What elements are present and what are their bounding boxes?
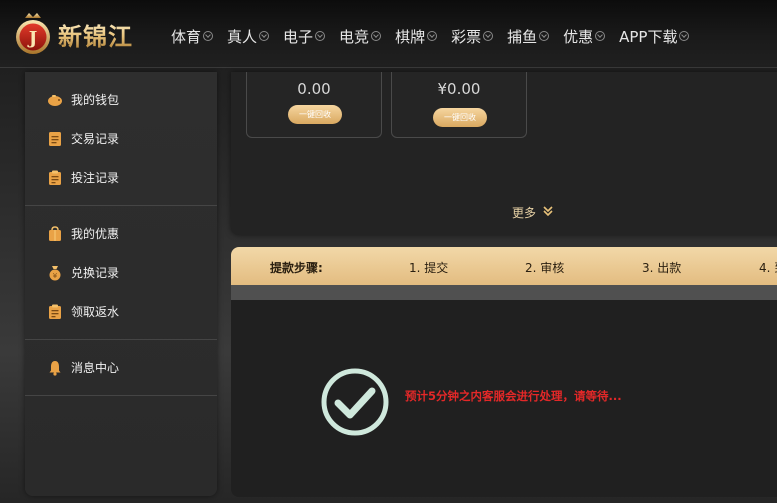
- recall-all-button[interactable]: 一键回收: [288, 105, 342, 124]
- balance-card: ¥0.00 一键回收: [391, 72, 527, 138]
- sidebar-item-redeem-history[interactable]: ¥ 兑换记录: [25, 253, 217, 292]
- chevron-down-icon: [483, 31, 494, 41]
- document-icon: [47, 131, 63, 147]
- chevron-down-icon: [259, 31, 270, 41]
- brand-logo[interactable]: J 新锦江: [12, 10, 152, 58]
- chevron-down-icon: [539, 31, 550, 41]
- nav-item-app-download[interactable]: APP下载: [619, 26, 690, 47]
- svg-text:J: J: [27, 28, 38, 49]
- bell-icon: [47, 360, 63, 376]
- balance-value: ¥0.00: [437, 80, 481, 98]
- header: J 新锦江 体育 真人 电子 电竞 棋牌 彩票 捕鱼 优惠 APP下载: [0, 0, 777, 68]
- sidebar-item-rebate[interactable]: 领取返水: [25, 292, 217, 331]
- nav-item-slots[interactable]: 电子: [283, 26, 326, 47]
- wallet-icon: [47, 92, 63, 108]
- progress-strip: [231, 285, 777, 300]
- chevron-down-icon: [595, 31, 606, 41]
- step-submit: 1. 提交: [409, 261, 449, 275]
- clipboard-icon: [47, 170, 63, 186]
- withdrawal-status-panel: 提款步骤: 1. 提交 2. 审核 3. 出款 4. 到 预计5分钟之内客服会进…: [231, 247, 777, 497]
- balance-card: 0.00 一键回收: [246, 72, 382, 138]
- brand-badge-icon: J: [12, 12, 54, 56]
- sidebar-item-wallet[interactable]: 我的钱包: [25, 80, 217, 119]
- chevron-down-icon: [679, 31, 690, 41]
- wallet-balance-panel: 0.00 一键回收 ¥0.00 一键回收 更多: [231, 72, 777, 235]
- sidebar-group-messages: 消息中心: [25, 340, 217, 396]
- nav-item-promotions[interactable]: 优惠: [563, 26, 606, 47]
- nav-item-fishing[interactable]: 捕鱼: [507, 26, 550, 47]
- recall-all-button[interactable]: 一键回收: [433, 108, 487, 127]
- nav-item-sports[interactable]: 体育: [171, 26, 214, 47]
- clipboard-icon: [47, 304, 63, 320]
- nav-item-esports[interactable]: 电竞: [339, 26, 382, 47]
- chevron-down-icon: [427, 31, 438, 41]
- brand-name: 新锦江: [58, 17, 133, 52]
- status-message: 预计5分钟之内客服会进行处理，请等待...: [405, 389, 622, 403]
- nav-item-cards[interactable]: 棋牌: [395, 26, 438, 47]
- chevron-down-icon: [371, 31, 382, 41]
- gift-bag-icon: [47, 225, 63, 242]
- sidebar-item-my-promotions[interactable]: 我的优惠: [25, 214, 217, 253]
- sidebar: 我的钱包 交易记录 投注记录 我的优惠 ¥ 兑换记录 领取返水 消息中心: [25, 72, 217, 496]
- nav-item-lottery[interactable]: 彩票: [451, 26, 494, 47]
- nav-item-live[interactable]: 真人: [227, 26, 270, 47]
- main-nav: 体育 真人 电子 电竞 棋牌 彩票 捕鱼 优惠 APP下载: [171, 24, 703, 48]
- chevron-down-icon: [203, 31, 214, 41]
- svg-text:¥: ¥: [53, 271, 58, 279]
- withdrawal-steps-bar: 提款步骤: 1. 提交 2. 审核 3. 出款 4. 到: [231, 247, 777, 285]
- sidebar-item-transactions[interactable]: 交易记录: [25, 119, 217, 158]
- check-circle-icon: [321, 368, 389, 436]
- step-review: 2. 审核: [525, 261, 565, 275]
- steps-label: 提款步骤:: [270, 261, 323, 275]
- step-complete: 4. 到: [759, 261, 777, 275]
- sidebar-item-message-center[interactable]: 消息中心: [25, 348, 217, 387]
- sidebar-group-account: 我的钱包 交易记录 投注记录: [25, 72, 217, 206]
- sidebar-item-bet-history[interactable]: 投注记录: [25, 158, 217, 197]
- double-chevron-down-icon: [542, 205, 554, 220]
- balance-value: 0.00: [297, 80, 331, 98]
- chevron-down-icon: [315, 31, 326, 41]
- money-bag-icon: ¥: [47, 265, 63, 281]
- more-button[interactable]: 更多: [512, 204, 554, 221]
- step-payout: 3. 出款: [642, 261, 682, 275]
- sidebar-group-promotions: 我的优惠 ¥ 兑换记录 领取返水: [25, 206, 217, 340]
